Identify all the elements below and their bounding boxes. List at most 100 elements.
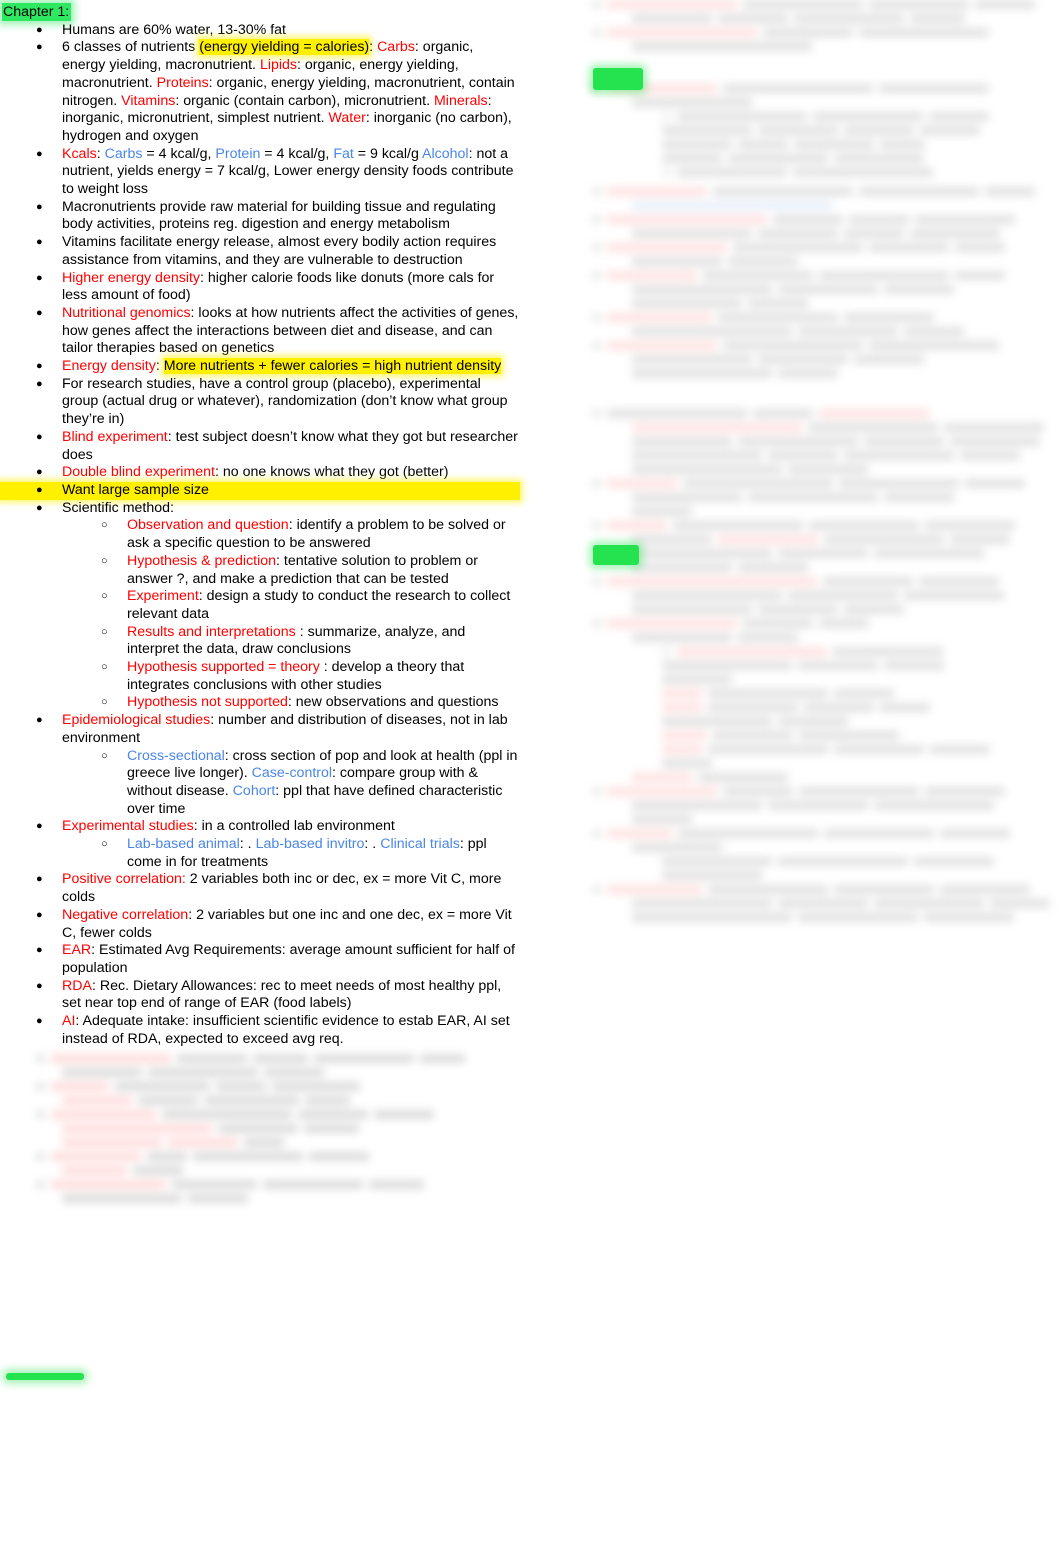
term-ear: EAR <box>62 942 92 959</box>
term-ai: AI <box>62 1013 76 1030</box>
term-cross-sectional: Cross-sectional <box>127 747 225 764</box>
term-blind-experiment: Blind experiment <box>62 428 168 445</box>
term-higher-energy-density: Higher energy density <box>62 269 201 286</box>
green-bar-bottom-left <box>6 1373 84 1380</box>
list-item-experiment: Experiment: design a study to conduct th… <box>62 587 520 623</box>
page-title: Chapter 1: <box>2 3 72 21</box>
list-item-want-large-sample-size: Want large sample size <box>0 481 520 500</box>
list-item-humans-water-fat: Humans are 60% water, 13-30% fat <box>0 21 520 40</box>
text-run: = 4 kcal/g, <box>260 145 334 162</box>
list-item-double-blind-experiment: Double blind experiment: no one knows wh… <box>0 463 520 482</box>
term-negative-correlation: Negative correlation <box>62 906 189 923</box>
term-lipids: Lipids <box>259 57 298 74</box>
list-item-positive-correlation: Positive correlation: 2 variables both i… <box>0 870 520 906</box>
list-item-vitamins-facilitate: Vitamins facilitate energy release, almo… <box>0 233 520 269</box>
right-column <box>570 0 1062 927</box>
term-clinical-trials: Clinical trials <box>380 836 460 853</box>
list-item-rda: RDA: Rec. Dietary Allowances: rec to mee… <box>0 977 520 1013</box>
text-run: : <box>369 39 378 56</box>
text-run: Macronutrients provide raw material for … <box>62 198 496 233</box>
text-run: : . <box>239 836 256 853</box>
list-item-negative-correlation: Negative correlation: 2 variables but on… <box>0 906 520 942</box>
term-hypothesis-and-prediction: Hypothesis & prediction <box>127 552 277 569</box>
text-run: Want large sample size <box>62 481 209 498</box>
text-run: : Rec. Dietary Allowances: rec to meet n… <box>62 977 502 1012</box>
text-run: = 9 kcal/g <box>353 145 423 162</box>
term-minerals: Minerals <box>433 92 488 109</box>
text-run: : Estimated Avg Requirements: average am… <box>62 942 515 976</box>
list-item-epidemiological-studies: Epidemiological studies: number and dist… <box>0 711 520 819</box>
list-item-six-classes-nutrients: 6 classes of nutrients (energy yielding … <box>0 38 520 145</box>
list-item-hypothesis-supported-theory: Hypothesis supported = theory : develop … <box>62 658 520 694</box>
list-item-kcals: Kcals: Carbs = 4 kcal/g, Protein = 4 kca… <box>0 145 520 199</box>
list-item-cross-sectional-case-control-cohort: Cross-sectional: cross section of pop an… <box>62 747 520 819</box>
green-marker-top <box>593 68 643 90</box>
list-item-energy-density: Energy density: More nutrients + fewer c… <box>0 357 520 376</box>
list-item-macronutrients-raw-material: Macronutrients provide raw material for … <box>0 198 520 234</box>
text-run: : <box>155 358 164 375</box>
term-epidemiological-studies: Epidemiological studies <box>62 712 211 729</box>
left-column-obscured-block <box>0 1054 520 1204</box>
term-alcohol-blue: Alcohol <box>422 145 469 162</box>
text-run: For research studies, have a control gro… <box>62 375 508 428</box>
text-run: Scientific method: <box>62 499 174 516</box>
text-run: : Adequate intake: insufficient scientif… <box>62 1013 510 1047</box>
left-column: Chapter 1: Humans are 60% water, 13-30% … <box>0 0 520 1208</box>
text-run: : no one knows what they got (better) <box>215 464 449 481</box>
term-rda: RDA <box>62 977 92 994</box>
list-item-hypothesis-not-supported: Hypothesis not supported: new observatio… <box>62 693 520 712</box>
document-page: Chapter 1: Humans are 60% water, 13-30% … <box>0 0 1062 1556</box>
right-column-obscured-block <box>570 0 1062 922</box>
list-item-higher-energy-density: Higher energy density: higher calorie fo… <box>0 269 520 305</box>
term-hypothesis-not-supported: Hypothesis not supported <box>127 694 288 711</box>
term-cohort: Cohort <box>232 782 276 799</box>
term-experiment: Experiment <box>127 588 199 605</box>
term-carbs: Carbs <box>377 39 415 56</box>
term-nutritional-genomics: Nutritional genomics <box>62 304 191 321</box>
term-carbs-blue: Carbs <box>104 145 143 162</box>
list-item-ear: EAR: Estimated Avg Requirements: average… <box>0 941 520 977</box>
list-item-research-studies-groups: For research studies, have a control gro… <box>0 375 520 429</box>
term-experimental-studies: Experimental studies <box>62 818 194 835</box>
list-item-lab-based-animal-invitro-clinical: Lab-based animal: . Lab-based invitro: .… <box>62 835 520 871</box>
term-kcals: Kcals <box>62 145 97 162</box>
highlight-energy-yielding-calories: (energy yielding = calories) <box>199 39 370 56</box>
term-lab-based-animal: Lab-based animal <box>127 836 240 853</box>
term-hypothesis-supported-theory: Hypothesis supported = theory <box>127 659 320 676</box>
term-vitamins: Vitamins <box>121 92 176 109</box>
text-run: : <box>96 145 105 162</box>
term-protein-blue: Protein <box>215 145 261 162</box>
text-run: = 4 kcal/g, <box>142 145 216 162</box>
list-item-nutritional-genomics: Nutritional genomics: looks at how nutri… <box>0 304 520 358</box>
term-results-and-interpretations: Results and interpretations <box>127 623 296 640</box>
highlight-nutrient-density: More nutrients + fewer calories = high n… <box>163 358 502 375</box>
term-fat-blue: Fat <box>333 145 354 162</box>
term-energy-density: Energy density <box>62 358 156 375</box>
term-lab-based-invitro: Lab-based invitro <box>255 836 365 853</box>
text-run: : new observations and questions <box>287 694 499 711</box>
chapter-heading-wrapper: Chapter 1: <box>0 3 520 22</box>
notes-outline-level2-scientific-method: Observation and question: identify a pro… <box>62 516 520 712</box>
list-item-experimental-studies: Experimental studies: in a controlled la… <box>0 817 520 871</box>
text-run: : in a controlled lab environment <box>193 818 395 835</box>
term-proteins: Proteins <box>156 74 209 91</box>
term-case-control: Case-control <box>251 765 333 782</box>
notes-outline-level1: Humans are 60% water, 13-30% fat 6 class… <box>0 21 520 1049</box>
list-item-observation-and-question: Observation and question: identify a pro… <box>62 516 520 552</box>
term-double-blind-experiment: Double blind experiment <box>62 464 216 481</box>
text-run: 6 classes of nutrients <box>62 39 200 56</box>
term-water: Water <box>328 110 366 127</box>
term-observation-and-question: Observation and question <box>127 517 289 534</box>
text-run: Vitamins facilitate energy release, almo… <box>62 234 497 268</box>
term-positive-correlation: Positive correlation: <box>62 871 186 888</box>
list-item-scientific-method: Scientific method: Observation and quest… <box>0 499 520 712</box>
list-item-blind-experiment: Blind experiment: test subject doesn’t k… <box>0 428 520 464</box>
notes-outline-level2-experimental: Lab-based animal: . Lab-based invitro: .… <box>62 835 520 871</box>
list-item-ai: AI: Adequate intake: insufficient scient… <box>0 1012 520 1048</box>
notes-outline-level2-epidemiological: Cross-sectional: cross section of pop an… <box>62 747 520 819</box>
text-run: Humans are 60% water, 13-30% fat <box>62 21 286 38</box>
green-marker-middle <box>593 545 639 565</box>
text-run: : . <box>364 836 381 853</box>
list-item-results-and-interpretations: Results and interpretations : summarize,… <box>62 623 520 659</box>
list-item-hypothesis-and-prediction: Hypothesis & prediction: tentative solut… <box>62 552 520 588</box>
